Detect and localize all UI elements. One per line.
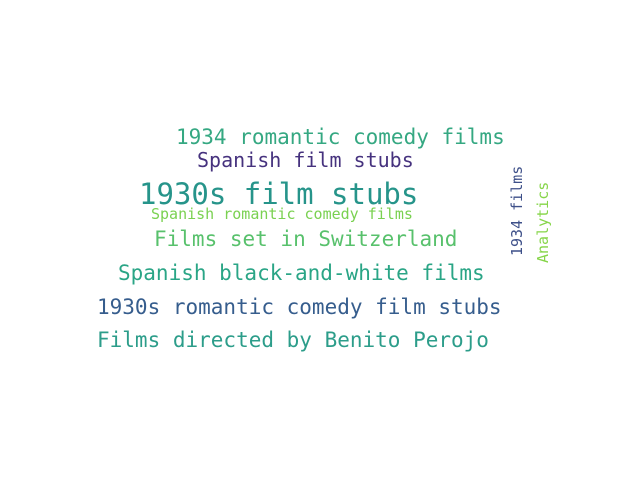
word-cloud: 1934 romantic comedy films Spanish film … — [0, 0, 640, 480]
word-spanish-romantic-comedy-films: Spanish romantic comedy films — [151, 205, 413, 223]
word-spanish-black-and-white-films: Spanish black-and-white films — [118, 261, 485, 285]
word-spanish-film-stubs: Spanish film stubs — [197, 148, 414, 172]
word-1934-romantic-comedy-films: 1934 romantic comedy films — [176, 125, 505, 149]
word-films-directed-by-benito-perojo: Films directed by Benito Perojo — [97, 328, 489, 352]
word-films-set-in-switzerland: Films set in Switzerland — [154, 227, 458, 251]
word-1930s-romantic-comedy-film-stubs: 1930s romantic comedy film stubs — [97, 295, 502, 319]
word-1934-films: 1934 films — [508, 165, 526, 256]
word-analytics: Analytics — [534, 181, 552, 263]
